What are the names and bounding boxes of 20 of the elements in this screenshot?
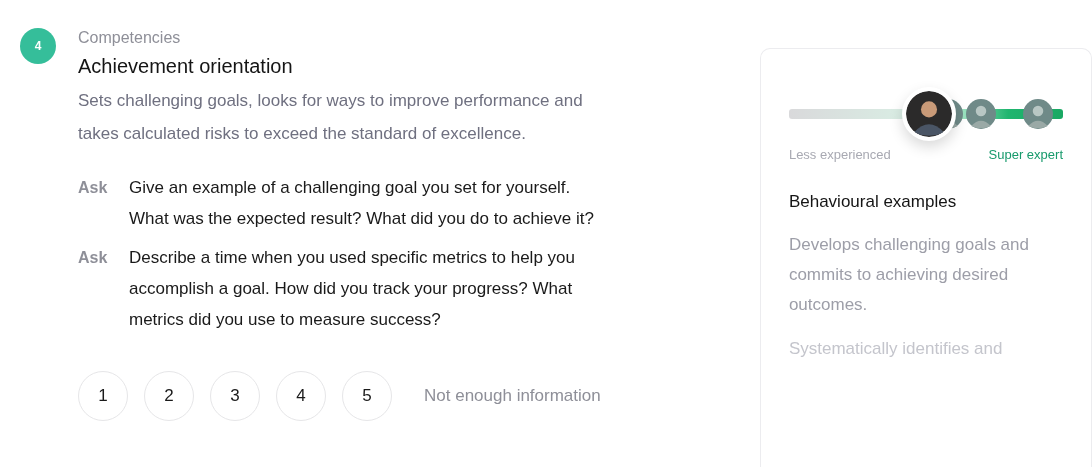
competency-title: Achievement orientation (78, 54, 294, 79)
interview-question: Describe a time when you used specific metrics to help you accomplish a goal. How did you track your progress? What metrics did you use to measure success? (129, 247, 576, 331)
category-label: Competencies (78, 28, 182, 48)
rating-option[interactable]: 1 (78, 371, 128, 421)
scale-min-label: Less experienced (788, 147, 891, 162)
ask-label: Ask (78, 178, 109, 198)
behavioural-example: Develops challenging goals and commits to achieving desired outcomes. (788, 234, 1030, 316)
rating-option[interactable]: 2 (144, 371, 194, 421)
rating-option[interactable]: 5 (342, 371, 392, 421)
avatar-icon (965, 99, 996, 129)
behavioural-example: Systematically identifies and (788, 338, 1004, 360)
step-number-badge: 4 (20, 28, 56, 64)
competency-description: Sets challenging goals, looks for ways to improve performance and takes calculated risks to exceed the standard of excellence. (78, 90, 584, 145)
scale-max-label: Super expert (988, 147, 1063, 162)
ask-label: Ask (78, 248, 109, 268)
rating-option[interactable]: 4 (276, 371, 326, 421)
avatar-icon (1023, 99, 1054, 129)
examples-title: Behavioural examples (788, 192, 958, 212)
rating-option[interactable]: 3 (210, 371, 260, 421)
interview-question: Give an example of a challenging goal you set for yourself. What was the expected result? What did you do to achieve it? (129, 177, 595, 230)
